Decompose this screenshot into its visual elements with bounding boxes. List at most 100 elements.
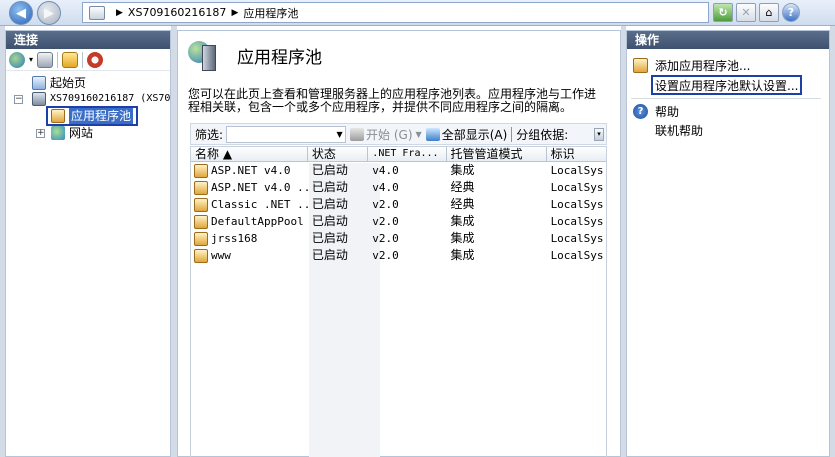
show-all-button[interactable]: 全部显示(A) <box>425 126 507 143</box>
server-icon <box>32 92 46 106</box>
forward-button[interactable]: ▶ <box>37 1 61 25</box>
help-label: 帮助 <box>655 105 680 119</box>
up-level-icon[interactable] <box>62 51 79 68</box>
breadcrumb-server[interactable]: XS709160216187 <box>128 6 227 19</box>
cell-net: v4.0 <box>372 164 399 177</box>
chevron-down-icon[interactable]: ▼ <box>334 127 345 142</box>
cell-net: v2.0 <box>372 215 399 228</box>
cell-status: 已启动 <box>311 197 348 211</box>
overflow-icon[interactable]: ▾ <box>594 128 604 141</box>
cell-status: 已启动 <box>311 180 348 194</box>
cell-pipeline: 集成 <box>450 231 475 245</box>
cell-identity: LocalSys <box>550 181 604 194</box>
group-by-label[interactable]: 分组依据: <box>516 126 568 143</box>
show-all-icon <box>425 127 440 141</box>
save-icon[interactable] <box>37 51 54 68</box>
breadcrumb-separator: ▶ <box>231 7 239 18</box>
refresh-icon[interactable]: ↻ <box>713 3 733 22</box>
start-filter-button[interactable]: 开始 (G) ▼ <box>350 126 422 143</box>
tree-item-start-page[interactable]: 起始页 <box>32 75 86 91</box>
cell-identity: LocalSys <box>550 198 604 211</box>
actions-title: 操作 <box>627 31 829 49</box>
table-row[interactable]: ASP.NET v4.0 已启动 v4.0 集成 LocalSys <box>191 162 606 179</box>
home-icon[interactable]: ⌂ <box>759 3 779 22</box>
cell-status: 已启动 <box>311 163 348 177</box>
stop-icon[interactable]: ✕ <box>736 3 756 22</box>
collapse-toggle[interactable]: − <box>14 95 23 104</box>
cell-identity: LocalSys <box>550 164 604 177</box>
set-defaults-action[interactable]: 设置应用程序池默认设置... <box>651 75 803 95</box>
tree-label: 起始页 <box>50 76 87 90</box>
address-bar[interactable]: ▶ XS709160216187 ▶ 应用程序池 <box>82 2 709 23</box>
app-pool-icon <box>194 248 208 263</box>
table-row[interactable]: DefaultAppPool 已启动 v2.0 集成 LocalSys <box>191 213 606 230</box>
cell-name: ASP.NET v4.0 ... <box>191 179 308 196</box>
tree-item-sites[interactable]: 网站 <box>51 125 93 141</box>
pool-name: www <box>211 249 231 262</box>
tree-label: 应用程序池 <box>69 108 134 124</box>
toolbar-separator <box>82 51 84 68</box>
column-header-pipeline[interactable]: 托管管道模式 <box>447 147 547 162</box>
tree-label: 网站 <box>69 126 94 140</box>
help-icon[interactable]: ? <box>782 3 800 22</box>
cell-identity: LocalSys <box>550 215 604 228</box>
chevron-down-icon[interactable]: ▼ <box>416 130 422 139</box>
grid-header: 名称 ▲ 状态 .NET Fra... 托管管道模式 标识 <box>191 147 606 162</box>
table-row[interactable]: ASP.NET v4.0 ... 已启动 v4.0 经典 LocalSys <box>191 179 606 196</box>
cell-pipeline: 经典 <box>450 180 475 194</box>
online-help-action[interactable]: 联机帮助 <box>655 122 703 139</box>
sites-icon <box>51 126 65 140</box>
add-app-pool-label: 添加应用程序池... <box>655 59 751 73</box>
pool-name: DefaultAppPool <box>211 215 304 228</box>
page-description: 您可以在此页上查看和管理服务器上的应用程序池列表。应用程序池与工作进 程相关联，… <box>188 88 613 114</box>
address-toolbar: ◀ ▶ ▶ XS709160216187 ▶ 应用程序池 ↻ ✕ ⌂ ? <box>0 0 835 26</box>
cell-pipeline: 集成 <box>450 214 475 228</box>
app-pools-panel: 应用程序池 您可以在此页上查看和管理服务器上的应用程序池列表。应用程序池与工作进… <box>177 30 621 457</box>
dropdown-arrow-icon[interactable]: ▾ <box>29 55 33 64</box>
filter-input[interactable]: ▼ <box>226 125 347 143</box>
column-header-status[interactable]: 状态 <box>308 147 369 162</box>
page-title: 应用程序池 <box>237 47 322 68</box>
cell-status: 已启动 <box>311 231 348 245</box>
tree-item-app-pools[interactable]: 应用程序池 <box>46 106 139 126</box>
filter-label: 筛选: <box>195 127 224 142</box>
start-filter-label: 开始 (G) <box>366 127 413 142</box>
back-button[interactable]: ◀ <box>9 1 33 25</box>
connect-icon[interactable] <box>9 51 25 68</box>
cell-net: v4.0 <box>372 181 399 194</box>
online-help-label: 联机帮助 <box>655 124 704 138</box>
toolbar-icons: ↻ ✕ ⌂ ? <box>713 3 800 22</box>
column-header-identity[interactable]: 标识 <box>547 147 606 162</box>
cell-net: v2.0 <box>372 198 399 211</box>
disconnect-icon[interactable] <box>87 51 104 68</box>
cell-status: 已启动 <box>311 248 348 262</box>
cell-identity: LocalSys <box>550 249 604 262</box>
tree-label: XS709160216187 (XS70 <box>50 93 171 104</box>
start-page-icon <box>32 76 46 90</box>
table-row[interactable]: Classic .NET ... 已启动 v2.0 经典 LocalSys <box>191 196 606 213</box>
help-action[interactable]: ? 帮助 <box>633 103 679 120</box>
pool-name: jrss168 <box>211 232 258 245</box>
tree-item-server[interactable]: XS709160216187 (XS70 <box>32 91 172 107</box>
app-pool-icon <box>194 197 208 212</box>
connections-panel: 连接 ▾ 起始页 − XS709160216187 (XS70 应用程序池 + … <box>5 30 171 457</box>
table-row[interactable]: jrss168 已启动 v2.0 集成 LocalSys <box>191 230 606 247</box>
cell-pipeline: 集成 <box>450 163 475 177</box>
add-app-pool-icon <box>633 58 648 73</box>
help-icon: ? <box>633 104 648 119</box>
expand-toggle[interactable]: + <box>36 129 45 138</box>
breadcrumb-separator: ▶ <box>116 7 123 18</box>
app-pool-icon <box>194 231 208 246</box>
table-row[interactable]: www 已启动 v2.0 集成 LocalSys <box>191 247 606 264</box>
add-app-pool-action[interactable]: 添加应用程序池... <box>633 57 750 74</box>
toolbar-separator <box>57 51 59 68</box>
connections-toolbar: ▾ <box>6 49 170 71</box>
page-header: 应用程序池 <box>188 39 322 71</box>
grid-body: ASP.NET v4.0 已启动 v4.0 集成 LocalSys ASP.NET v4.… <box>191 162 606 264</box>
cell-pipeline: 经典 <box>450 197 475 211</box>
column-header-name[interactable]: 名称 ▲ <box>191 147 308 162</box>
column-header-net-framework[interactable]: .NET Fra... <box>368 147 447 162</box>
cell-name: Classic .NET ... <box>191 196 308 213</box>
breadcrumb-app-pools[interactable]: 应用程序池 <box>243 5 298 21</box>
actions-panel: 操作 添加应用程序池... 设置应用程序池默认设置... ? 帮助 联机帮助 <box>626 30 830 457</box>
